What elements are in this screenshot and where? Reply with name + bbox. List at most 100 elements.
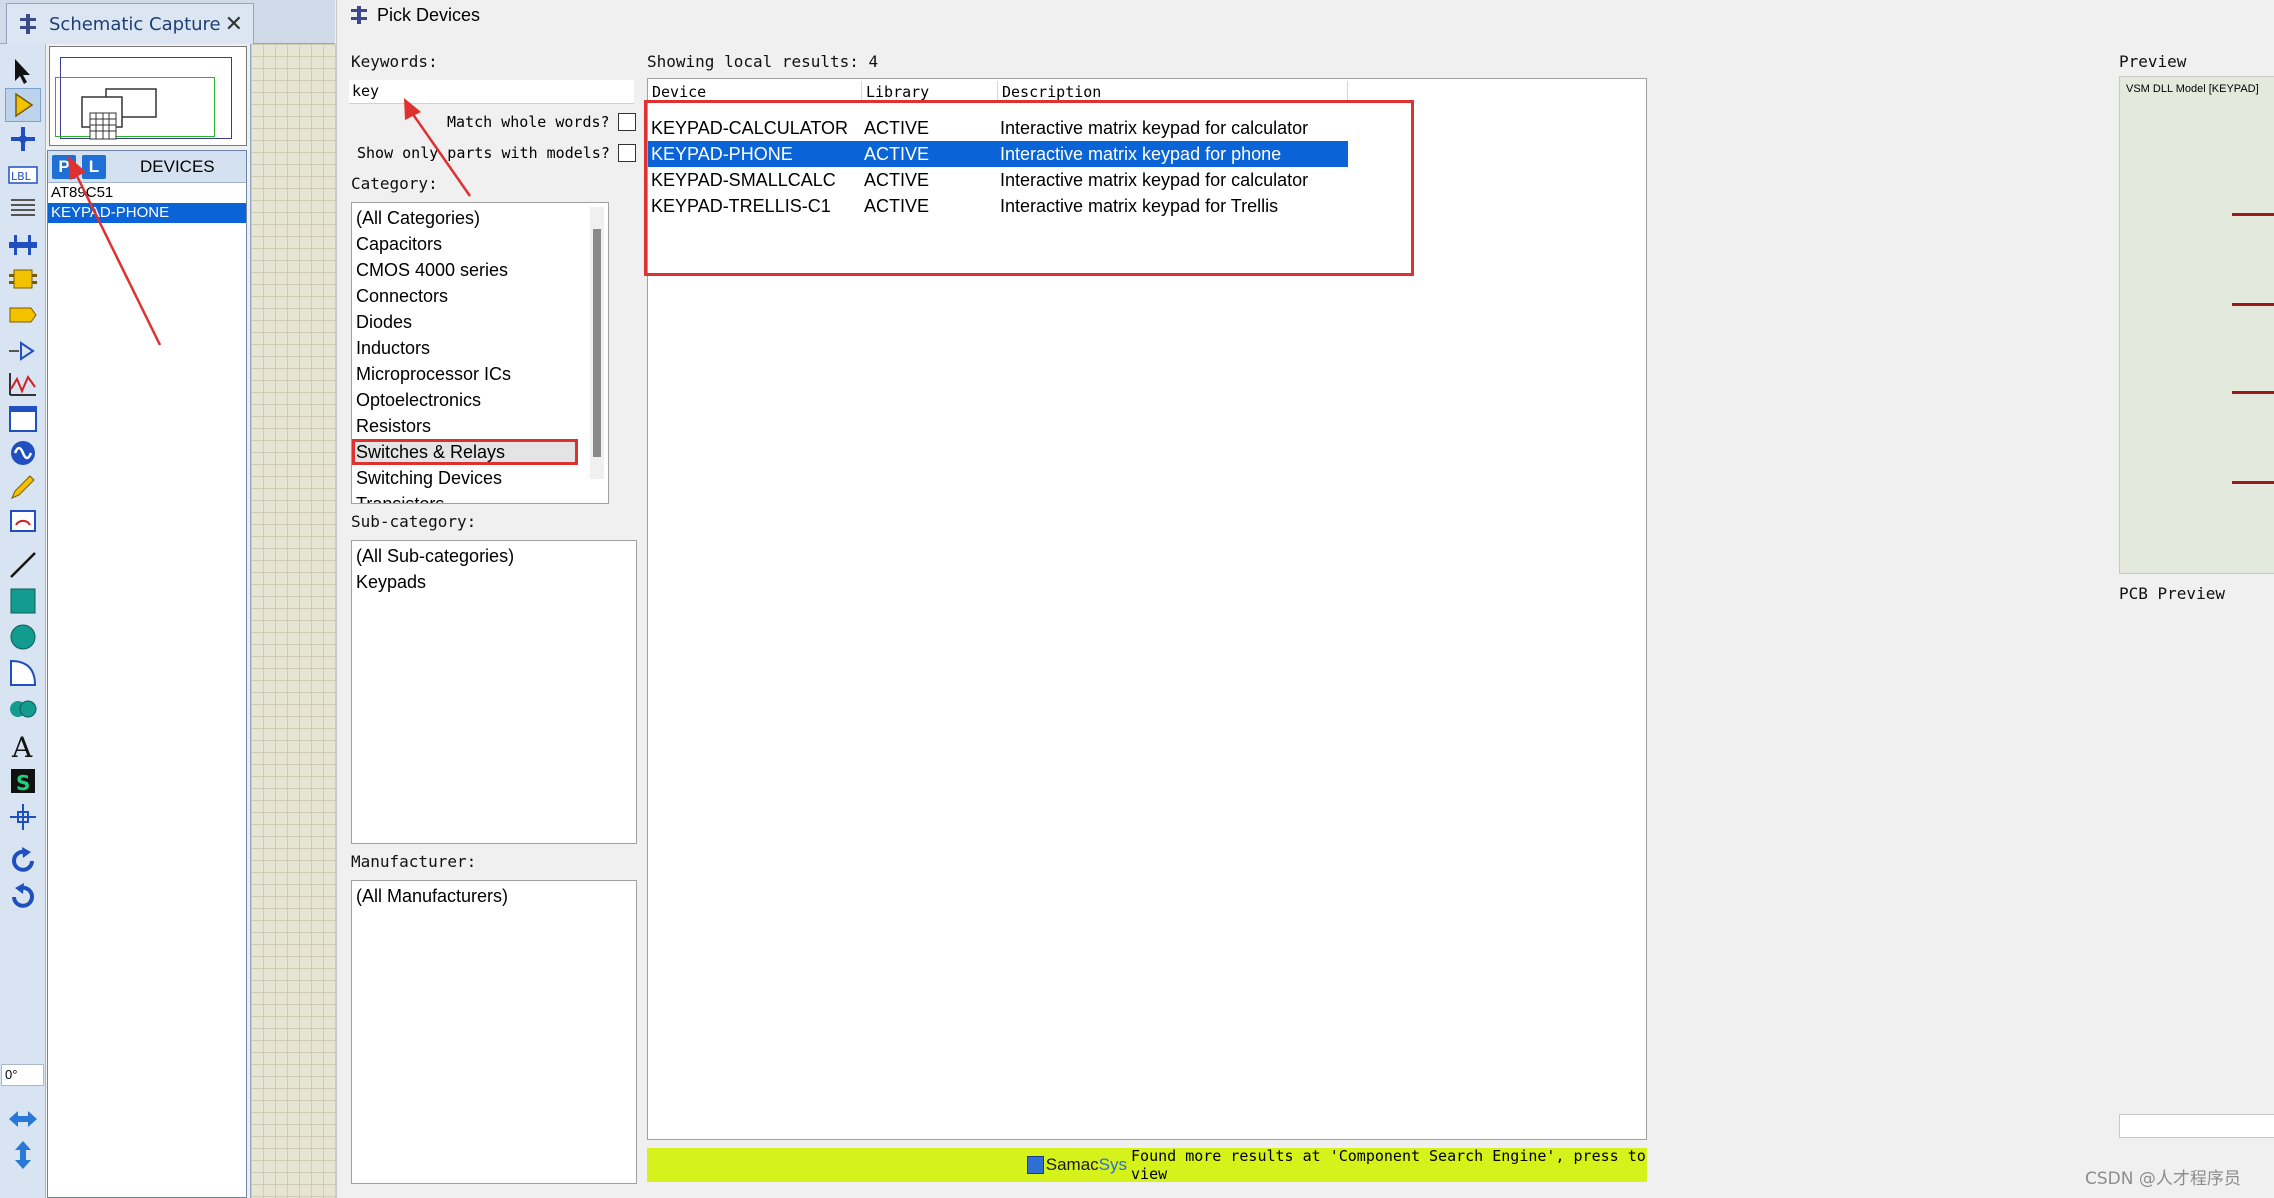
line-tool-icon[interactable] [5, 548, 41, 582]
graph-mode-icon[interactable] [5, 368, 41, 402]
device-pins-icon[interactable] [5, 334, 41, 368]
schematic-icon [351, 6, 367, 24]
marker-tool-icon[interactable] [5, 800, 41, 834]
category-item[interactable]: (All Categories) [352, 205, 608, 231]
probe-icon[interactable] [5, 470, 41, 504]
tape-recorder-icon[interactable] [5, 402, 41, 436]
library-cell: ACTIVE [864, 196, 930, 216]
rotate-ccw-icon[interactable] [5, 880, 41, 914]
path-tool-icon[interactable] [5, 692, 41, 726]
preview-model-name: VSM DLL Model [KEYPAD] [2126, 83, 2259, 95]
device-selector-panel: P L DEVICES AT89C51 KEYPAD-PHONE [47, 150, 247, 1198]
close-icon[interactable]: ✕ [225, 12, 243, 37]
table-row[interactable]: KEYPAD-TRELLIS-C1 ACTIVE Interactive mat… [648, 193, 1348, 219]
keywords-input[interactable]: key [349, 80, 634, 104]
category-item[interactable]: Resistors [352, 413, 608, 439]
samacsys-brand: SamacSys [1046, 1155, 1127, 1175]
dialog-titlebar: Pick Devices [337, 0, 2274, 30]
terminals-icon[interactable] [5, 298, 41, 332]
show-only-models-label: Show only parts with models? [357, 144, 610, 162]
category-item-selected[interactable]: Switches & Relays [352, 439, 578, 465]
device-cell: KEYPAD-SMALLCALC [651, 170, 836, 190]
manufacturer-item[interactable]: (All Manufacturers) [352, 883, 636, 909]
svg-text:S: S [16, 771, 30, 795]
overview-window[interactable] [49, 46, 247, 146]
mirror-horizontal-icon[interactable] [5, 1102, 41, 1136]
pcb-package-field[interactable] [2119, 1114, 2274, 1138]
preview-label: Preview [2119, 52, 2187, 71]
text-script-icon[interactable] [5, 192, 41, 226]
subcategory-list[interactable]: (All Sub-categories) Keypads [351, 540, 637, 844]
library-manager-button[interactable]: L [82, 154, 106, 179]
samacsys-message: Found more results at 'Component Search … [1131, 1147, 1646, 1183]
box-tool-icon[interactable] [5, 584, 41, 618]
table-row[interactable]: KEYPAD-SMALLCALC ACTIVE Interactive matr… [648, 167, 1348, 193]
samacsys-logo-icon [1027, 1156, 1044, 1174]
category-item[interactable]: Inductors [352, 335, 608, 361]
table-row-selected[interactable]: KEYPAD-PHONE ACTIVE Interactive matrix k… [648, 141, 1348, 167]
device-cell: KEYPAD-TRELLIS-C1 [651, 196, 831, 216]
show-only-models-checkbox[interactable] [617, 144, 636, 162]
dialog-title: Pick Devices [377, 4, 481, 25]
device-cell: KEYPAD-CALCULATOR [651, 118, 849, 138]
table-row[interactable]: KEYPAD-CALCULATOR ACTIVE Interactive mat… [648, 115, 1348, 141]
category-item[interactable]: Switching Devices [352, 465, 608, 491]
subcategory-label: Sub-category: [351, 512, 477, 531]
component-mode-icon[interactable] [5, 88, 41, 122]
category-item[interactable]: CMOS 4000 series [352, 257, 608, 283]
match-whole-words-checkbox[interactable] [617, 113, 636, 131]
circle-tool-icon[interactable] [5, 620, 41, 654]
preview-pin [2232, 391, 2274, 394]
device-list-item[interactable]: AT89C51 [48, 183, 246, 203]
category-item[interactable]: Diodes [352, 309, 608, 335]
subcategory-item[interactable]: Keypads [352, 569, 636, 595]
rotation-angle-field[interactable]: 0° [1, 1064, 44, 1086]
samacsys-brand-part: Sys [1098, 1155, 1128, 1174]
column-header-description[interactable]: Description [998, 81, 1348, 103]
category-list[interactable]: (All Categories) Capacitors CMOS 4000 se… [351, 202, 609, 504]
device-list-item[interactable]: KEYPAD-PHONE [48, 203, 246, 223]
document-tab-bar: Schematic Capture ✕ [0, 0, 335, 44]
scrollbar-thumb[interactable] [593, 229, 601, 457]
generator-icon[interactable] [5, 436, 41, 470]
category-label: Category: [351, 174, 438, 193]
buses-icon[interactable] [5, 228, 41, 262]
arc-tool-icon[interactable] [5, 656, 41, 690]
keypad-thumbnail-icon [81, 88, 157, 140]
devices-title: DEVICES [140, 156, 215, 176]
schematic-canvas[interactable] [250, 44, 336, 1198]
category-item[interactable]: Transistors [352, 491, 608, 503]
mirror-vertical-icon[interactable] [5, 1138, 41, 1172]
description-cell: Interactive matrix keypad for phone [1000, 144, 1282, 164]
column-header-device[interactable]: Device [648, 81, 862, 103]
rotate-cw-icon[interactable] [5, 844, 41, 878]
mode-toolbar: LBL A S 0° [0, 44, 46, 1198]
samacsys-search-bar[interactable]: SamacSys Found more results at 'Componen… [647, 1147, 1647, 1183]
tab-schematic-capture[interactable]: Schematic Capture ✕ [6, 3, 254, 44]
column-header-library[interactable]: Library [862, 81, 998, 103]
results-table[interactable]: Device Library Description KEYPAD-CALCUL… [647, 78, 1647, 1140]
svg-text:A: A [11, 731, 33, 761]
pick-devices-dialog: Pick Devices Keywords: key Match whole w… [336, 0, 2274, 1198]
text-tool-icon[interactable]: A [5, 728, 41, 762]
description-cell: Interactive matrix keypad for calculator [1000, 170, 1309, 190]
subcategory-item[interactable]: (All Sub-categories) [352, 543, 636, 569]
category-item[interactable]: Optoelectronics [352, 387, 608, 413]
symbol-tool-icon[interactable]: S [5, 764, 41, 798]
pick-device-button[interactable]: P [52, 154, 76, 179]
category-scrollbar[interactable] [590, 207, 604, 479]
manufacturer-list[interactable]: (All Manufacturers) [351, 880, 637, 1184]
samacsys-brand-part: Samac [1045, 1155, 1099, 1174]
results-header: Device Library Description [648, 79, 1348, 103]
selection-mode-icon[interactable] [5, 54, 41, 88]
junction-dot-icon[interactable] [5, 122, 41, 156]
virtual-instruments-icon[interactable] [5, 504, 41, 538]
library-cell: ACTIVE [864, 170, 930, 190]
category-item[interactable]: Connectors [352, 283, 608, 309]
library-cell: ACTIVE [864, 144, 930, 164]
devices-header: P L DEVICES [48, 151, 246, 183]
wire-label-icon[interactable]: LBL [5, 158, 41, 192]
category-item[interactable]: Capacitors [352, 231, 608, 257]
subcircuit-icon[interactable] [5, 262, 41, 296]
category-item[interactable]: Microprocessor ICs [352, 361, 608, 387]
